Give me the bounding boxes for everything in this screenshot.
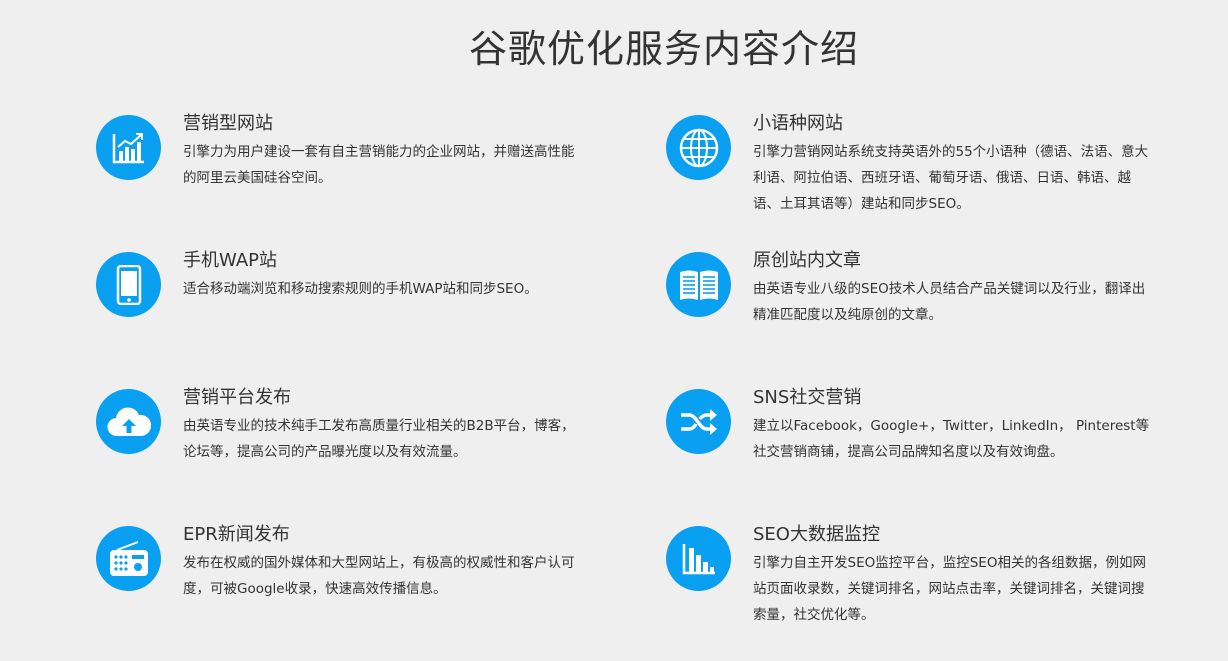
service-description: 发布在权威的国外媒体和大型网站上，有极高的权威性和客户认可度，可被Google收… (183, 555, 575, 597)
service-heading: 营销平台发布 (183, 387, 291, 408)
service-heading: EPR新闻发布 (183, 524, 290, 545)
service-description: 引擎力为用户建设一套有自主营销能力的企业网站，并赠送高性能的阿里云美国硅谷空间。 (183, 144, 575, 186)
service-heading: 营销型网站 (183, 113, 273, 134)
service-heading: SEO大数据监控 (753, 524, 880, 545)
cloud-upload-icon (96, 389, 161, 454)
service-heading: 手机WAP站 (183, 250, 277, 271)
bar-chart-icon (666, 526, 731, 591)
service-heading: 原创站内文章 (753, 250, 861, 271)
chart-up-icon (96, 115, 161, 180)
radio-icon (96, 526, 161, 591)
service-description: 建立以Facebook，Google+，Twitter，LinkedIn， Pi… (753, 418, 1150, 460)
service-description: 引擎力营销网站系统支持英语外的55个小语种（德语、法语、意大利语、阿拉伯语、西班… (753, 144, 1149, 212)
shuffle-icon (666, 389, 731, 454)
service-description: 由英语专业的技术纯手工发布高质量行业相关的B2B平台，博客，论坛等，提高公司的产… (183, 418, 575, 460)
service-description: 适合移动端浏览和移动搜索规则的手机WAP站和同步SEO。 (183, 281, 538, 297)
service-heading: 小语种网站 (753, 113, 843, 134)
service-description: 由英语专业八级的SEO技术人员结合产品关键词以及行业，翻译出精准匹配度以及纯原创… (753, 281, 1146, 323)
phone-icon (96, 252, 161, 317)
globe-icon (666, 115, 731, 180)
page-title: 谷歌优化服务内容介绍 (468, 27, 859, 71)
service-description: 引擎力自主开发SEO监控平台，监控SEO相关的各组数据，例如网站页面收录数，关键… (753, 555, 1146, 623)
book-icon (666, 252, 731, 317)
service-heading: SNS社交营销 (753, 387, 862, 408)
